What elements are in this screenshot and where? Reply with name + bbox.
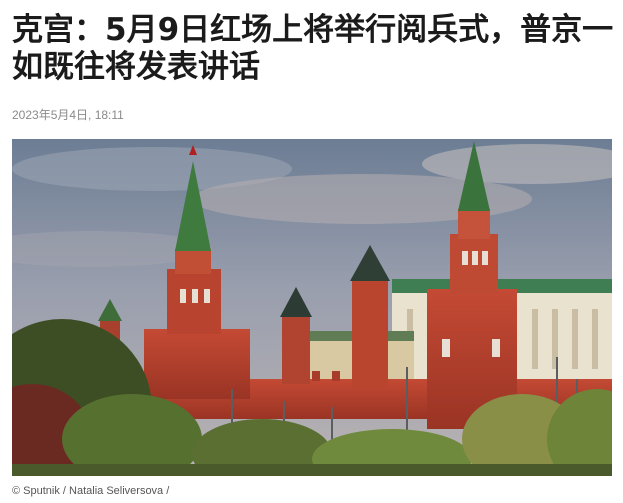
photo-credit: © Sputnik / Natalia Seliversova / (12, 485, 170, 497)
article-date: 2023年5月4日, 18:11 (12, 108, 124, 122)
article-photo (12, 139, 612, 476)
article-headline: 克宫：5月9日红场上将举行阅兵式，普京一如既往将发表讲话 (12, 12, 614, 85)
kremlin-photo (12, 139, 612, 476)
